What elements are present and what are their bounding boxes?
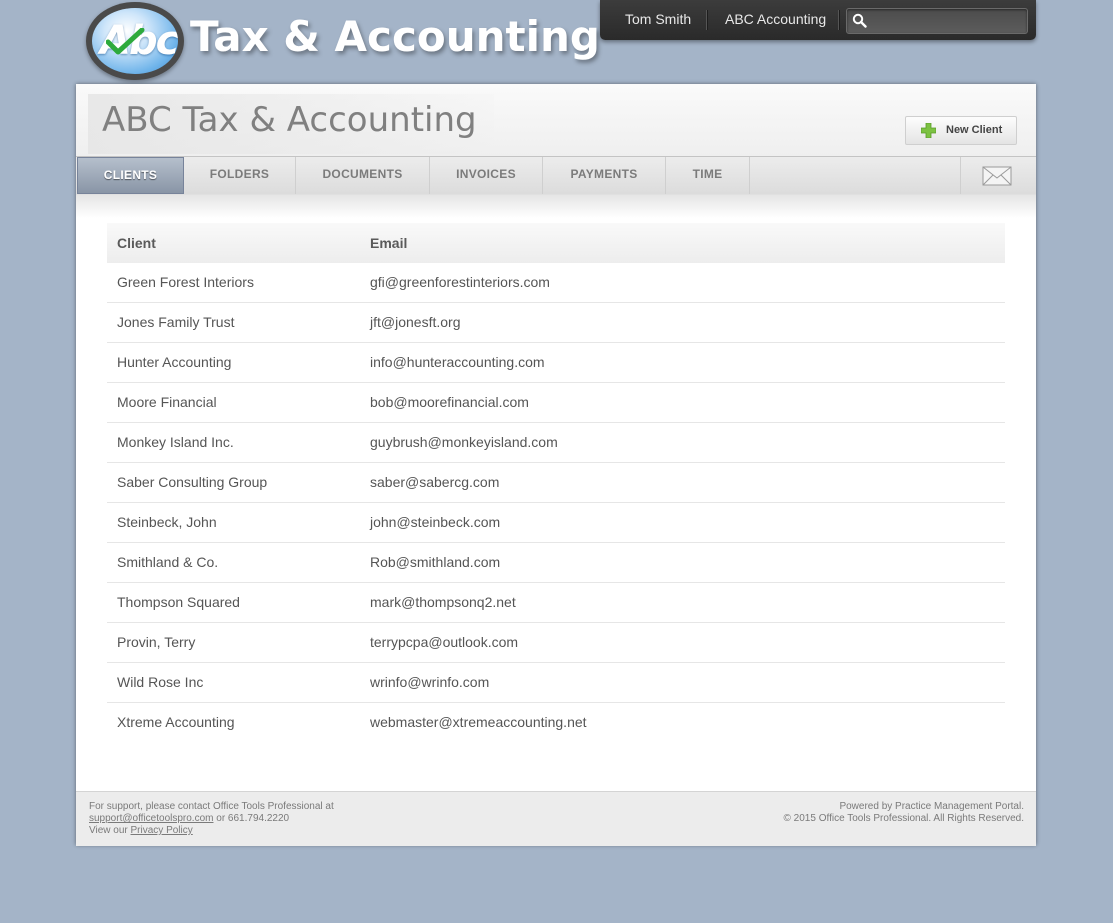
table-row[interactable]: Provin, Terry terrypcpa@outlook.com — [107, 623, 1005, 663]
footer-credits: Powered by Practice Management Portal. ©… — [784, 801, 1024, 825]
client-email: guybrush@monkeyisland.com — [370, 434, 558, 450]
logo-title: Tax & Accounting — [190, 12, 600, 61]
client-email: terrypcpa@outlook.com — [370, 634, 519, 650]
client-name[interactable]: Thompson Squared — [117, 594, 240, 610]
client-name[interactable]: Provin, Terry — [117, 634, 195, 650]
client-name[interactable]: Hunter Accounting — [117, 354, 231, 370]
support-phone: or 661.794.2220 — [213, 813, 290, 824]
client-name[interactable]: Steinbeck, John — [117, 514, 217, 530]
table-row[interactable]: Thompson Squared mark@thompsonq2.net — [107, 583, 1005, 623]
privacy-policy-link[interactable]: Privacy Policy — [131, 825, 193, 836]
table-row[interactable]: Green Forest Interiors gfi@greenforestint… — [107, 263, 1005, 303]
tab-invoices[interactable]: INVOICES — [430, 157, 543, 194]
client-name[interactable]: Wild Rose Inc — [117, 674, 203, 690]
client-email: mark@thompsonq2.net — [370, 594, 516, 610]
tab-folders[interactable]: FOLDERS — [184, 157, 296, 194]
footer-support: For support, please contact Office Tools… — [89, 801, 334, 837]
powered-by-text: Powered by Practice Management Portal. — [839, 801, 1024, 812]
table-row[interactable]: Hunter Accounting info@hunteraccounting.c… — [107, 343, 1005, 383]
client-name[interactable]: Smithland & Co. — [117, 554, 218, 570]
client-email: saber@sabercg.com — [370, 474, 500, 490]
table-row[interactable]: Xtreme Accounting webmaster@xtremeaccount… — [107, 703, 1005, 742]
tab-payments[interactable]: PAYMENTS — [543, 157, 666, 194]
table-header: Client Email — [107, 223, 1005, 263]
column-header-client[interactable]: Client — [117, 235, 156, 251]
client-email: Rob@smithland.com — [370, 554, 501, 570]
client-email: jft@jonesft.org — [370, 314, 461, 330]
new-client-button[interactable]: New Client — [905, 116, 1017, 145]
tab-time[interactable]: TIME — [666, 157, 750, 194]
tab-clients[interactable]: CLIENTS — [77, 157, 184, 194]
plus-icon — [921, 123, 936, 138]
support-email-link[interactable]: support@officetoolspro.com — [89, 813, 213, 824]
page-title: ABC Tax & Accounting — [102, 100, 477, 140]
client-email: bob@moorefinancial.com — [370, 394, 529, 410]
footer: For support, please contact Office Tools… — [76, 791, 1036, 846]
user-name-link[interactable]: Tom Smith — [625, 11, 691, 27]
client-email: webmaster@xtremeaccounting.net — [370, 714, 587, 730]
client-name[interactable]: Xtreme Accounting — [117, 714, 235, 730]
table-row[interactable]: Moore Financial bob@moorefinancial.com — [107, 383, 1005, 423]
client-email: wrinfo@wrinfo.com — [370, 674, 490, 690]
client-email: gfi@greenforestinteriors.com — [370, 274, 550, 290]
account-name-link[interactable]: ABC Accounting — [725, 11, 826, 27]
divider — [838, 10, 840, 30]
support-text: For support, please contact Office Tools… — [89, 801, 334, 812]
client-name[interactable]: Saber Consulting Group — [117, 474, 267, 490]
view-text: View our — [89, 825, 131, 836]
user-bar: Tom Smith ABC Accounting — [600, 0, 1036, 40]
client-email: john@steinbeck.com — [370, 514, 501, 530]
panel-header: ABC Tax & Accounting New Client — [76, 84, 1036, 156]
main-panel: ABC Tax & Accounting New Client CLIENTS … — [76, 84, 1036, 846]
table-row[interactable]: Saber Consulting Group saber@sabercg.com — [107, 463, 1005, 503]
tab-documents[interactable]: DOCUMENTS — [296, 157, 430, 194]
table-row[interactable]: Wild Rose Inc wrinfo@wrinfo.com — [107, 663, 1005, 703]
search-icon — [852, 13, 867, 28]
mail-button[interactable] — [960, 157, 1037, 194]
search-input[interactable] — [871, 11, 1025, 31]
table-row[interactable]: Monkey Island Inc. guybrush@monkeyisland.… — [107, 423, 1005, 463]
clients-table: Client Email Green Forest Interiors gfi@g… — [107, 223, 1005, 742]
table-row[interactable]: Smithland & Co. Rob@smithland.com — [107, 543, 1005, 583]
client-name[interactable]: Jones Family Trust — [117, 314, 234, 330]
client-email: info@hunteraccounting.com — [370, 354, 545, 370]
client-name[interactable]: Moore Financial — [117, 394, 217, 410]
copyright-text: © 2015 Office Tools Professional. All Ri… — [783, 813, 1024, 824]
main-nav: CLIENTS FOLDERS DOCUMENTS INVOICES PAYME… — [76, 156, 1036, 195]
new-client-label: New Client — [946, 124, 1003, 136]
search-box[interactable] — [846, 8, 1028, 34]
client-name[interactable]: Green Forest Interiors — [117, 274, 254, 290]
client-name[interactable]: Monkey Island Inc. — [117, 434, 234, 450]
logo-badge[interactable]: Abc — [86, 2, 184, 80]
column-header-email[interactable]: Email — [370, 235, 407, 251]
divider — [706, 10, 708, 30]
checkmark-icon — [106, 28, 145, 55]
envelope-icon — [982, 166, 1012, 186]
table-row[interactable]: Steinbeck, John john@steinbeck.com — [107, 503, 1005, 543]
table-row[interactable]: Jones Family Trust jft@jonesft.org — [107, 303, 1005, 343]
